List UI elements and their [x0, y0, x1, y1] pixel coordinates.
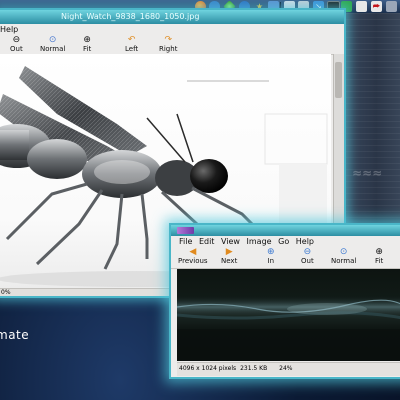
normal-size-button[interactable]: ⊙ Normal	[331, 247, 357, 266]
best-fit-icon: ⊕	[375, 247, 383, 257]
status-bar: 4096 x 1024 pixels 231.5 KB 24%	[177, 362, 400, 376]
zoom-in-icon: ⊕	[267, 247, 275, 257]
previous-label: Previous	[178, 257, 208, 265]
files-icon[interactable]	[356, 1, 367, 12]
background-icon: ≈≈≈	[352, 166, 383, 180]
scrollbar-thumb[interactable]	[335, 62, 342, 98]
menu-image[interactable]: Image	[245, 237, 274, 246]
image-canvas[interactable]	[177, 269, 400, 361]
best-fit-label: Fit	[83, 45, 92, 53]
menu-icon[interactable]	[386, 1, 397, 12]
menu-edit[interactable]: Edit	[197, 237, 217, 246]
zoom-out-icon: ⊖	[12, 35, 21, 45]
arrow-right-icon: ▶	[225, 247, 233, 257]
next-button[interactable]: ▶ Next	[221, 247, 238, 266]
best-fit-label: Fit	[375, 257, 384, 265]
dark-landscape-image	[177, 295, 400, 361]
status-dimensions: 4096 x 1024 pixels	[179, 365, 237, 372]
toolbar: ⊖ Out ⊙ Normal ⊕ Fit ↶ Left ↷ Right	[0, 35, 344, 55]
arrow-left-icon: ◀	[189, 247, 197, 257]
rotate-left-icon: ↶	[127, 35, 136, 45]
menu-go[interactable]: Go	[276, 237, 291, 246]
zoom-out-button[interactable]: ⊖ Out	[10, 35, 23, 54]
background-window	[340, 13, 400, 223]
previous-button[interactable]: ◀ Previous	[178, 247, 208, 266]
window-titlebar[interactable]	[171, 225, 400, 236]
menu-bar: File Edit View Image Go Help	[171, 236, 400, 247]
app-icon	[177, 227, 194, 234]
normal-size-label: Normal	[331, 257, 357, 265]
zoom-out-icon: ⊖	[303, 247, 312, 257]
window-title[interactable]: Night_Watch_9838_1680_1050.jpg	[0, 10, 344, 24]
normal-size-icon: ⊙	[339, 247, 348, 257]
normal-size-button[interactable]: ⊙ Normal	[40, 35, 66, 54]
next-label: Next	[221, 257, 238, 265]
menu-help[interactable]: Help	[0, 25, 21, 34]
menu-bar: Help	[0, 24, 344, 35]
rotate-left-button[interactable]: ↶ Left	[125, 35, 139, 54]
zoom-in-button[interactable]: ⊕ In	[267, 247, 275, 266]
normal-size-icon: ⊙	[48, 35, 57, 45]
toolbar: ◀ Previous ▶ Next ⊕ In ⊖ Out ⊙ Normal ⊕ …	[171, 247, 400, 269]
zoom-in-label: In	[267, 257, 275, 265]
best-fit-icon: ⊕	[83, 35, 91, 45]
best-fit-button[interactable]: ⊕ Fit	[375, 247, 384, 266]
rotate-left-label: Left	[125, 45, 139, 53]
rotate-right-button[interactable]: ↷ Right	[159, 35, 178, 54]
menu-file[interactable]: File	[177, 237, 194, 246]
status-zoom: 24%	[279, 365, 293, 372]
zoom-out-label: Out	[10, 45, 23, 53]
normal-size-label: Normal	[40, 45, 66, 53]
rotate-right-label: Right	[159, 45, 178, 53]
zoom-out-label: Out	[301, 257, 314, 265]
menu-help[interactable]: Help	[294, 237, 316, 246]
pdf-icon[interactable]: ⮫	[371, 1, 382, 12]
best-fit-button[interactable]: ⊕ Fit	[83, 35, 92, 54]
rotate-right-icon: ↷	[164, 35, 172, 45]
desktop-caption: mate	[0, 328, 30, 342]
zoom-out-button[interactable]: ⊖ Out	[301, 247, 314, 266]
image-viewer-window-2[interactable]: File Edit View Image Go Help ◀ Previous …	[169, 223, 400, 379]
status-size: 231.5 KB	[240, 365, 268, 372]
menu-view[interactable]: View	[219, 237, 242, 246]
